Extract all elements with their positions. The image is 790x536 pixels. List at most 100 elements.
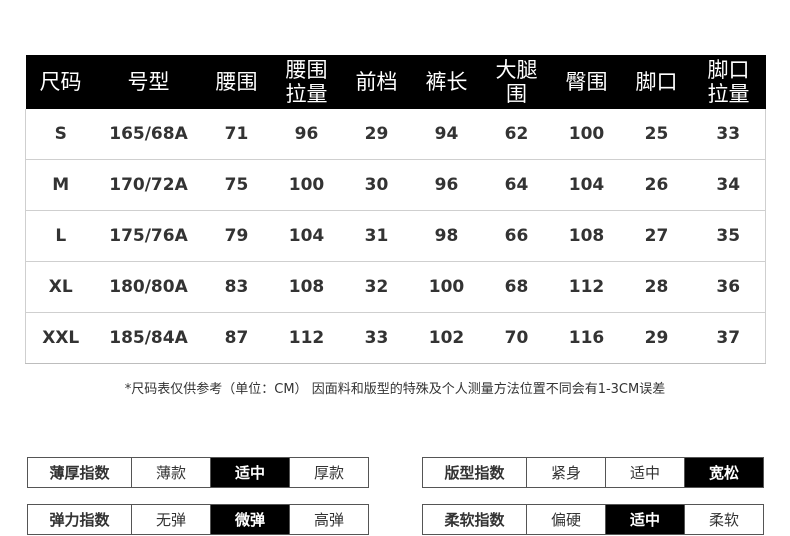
index-table-thickness: 薄厚指数 薄款 适中 厚款 [27, 457, 369, 488]
table-cell: 36 [691, 261, 766, 313]
table-cell: 62 [481, 109, 552, 160]
table-cell: 31 [341, 210, 412, 262]
table-cell: 33 [691, 109, 766, 160]
column-header-text: 腰围 [285, 58, 328, 82]
column-header: 脚口 [621, 55, 692, 109]
column-header: 前档 [341, 55, 412, 109]
index-option: 厚款 [289, 457, 369, 488]
table-cell: 29 [341, 109, 412, 160]
column-header-text: 裤长 [425, 70, 468, 94]
table-cell: 64 [481, 159, 552, 211]
table-cell: 79 [201, 210, 272, 262]
column-header-text: 脚口 [707, 58, 750, 82]
table-cell: 185/84A [95, 312, 202, 364]
column-header: 大腿围 [481, 55, 552, 109]
index-table-softness: 柔软指数 偏硬 适中 柔软 [422, 504, 764, 535]
index-table-fit: 版型指数 紧身 适中 宽松 [422, 457, 764, 488]
table-cell: 100 [271, 159, 342, 211]
table-cell: 100 [411, 261, 482, 313]
column-header: 脚口 拉量 [691, 55, 766, 109]
size-chart-header-row: 尺码 号型 腰围 腰围 拉量 前档 裤长 大腿围臀围 脚口 脚口 拉量 [25, 55, 766, 109]
table-cell: 108 [551, 210, 622, 262]
index-option-selected: 宽松 [684, 457, 764, 488]
column-header: 号型 [95, 55, 202, 109]
table-row: XXL 185/84A 87 112 33 102 70 116 29 37 [25, 312, 766, 364]
table-cell: 100 [551, 109, 622, 160]
table-cell: 104 [551, 159, 622, 211]
table-cell: 104 [271, 210, 342, 262]
column-header: 臀围 [551, 55, 622, 109]
index-label: 柔软指数 [422, 504, 527, 535]
table-cell: 108 [271, 261, 342, 313]
column-header-text: 拉量 [707, 82, 750, 106]
size-label-cell: XL [25, 261, 96, 313]
index-option: 高弹 [289, 504, 369, 535]
table-cell: 165/68A [95, 109, 202, 160]
table-cell: 83 [201, 261, 272, 313]
index-label: 版型指数 [422, 457, 527, 488]
index-option: 紧身 [526, 457, 606, 488]
index-option: 柔软 [684, 504, 764, 535]
column-header-text: 臀围 [565, 70, 608, 94]
column-header: 裤长 [411, 55, 482, 109]
table-cell: 66 [481, 210, 552, 262]
column-header-text: 前档 [355, 70, 398, 94]
column-header-text: 围 [506, 82, 527, 106]
table-cell: 27 [621, 210, 692, 262]
table-cell: 32 [341, 261, 412, 313]
index-option-selected: 微弹 [210, 504, 290, 535]
size-label-cell: L [25, 210, 96, 262]
column-header-text: 号型 [127, 70, 170, 94]
index-option: 适中 [605, 457, 685, 488]
table-cell: 68 [481, 261, 552, 313]
size-label-cell: M [25, 159, 96, 211]
table-cell: 102 [411, 312, 482, 364]
index-label: 薄厚指数 [27, 457, 132, 488]
index-table-elasticity: 弹力指数 无弹 微弹 高弹 [27, 504, 369, 535]
column-header: 腰围 拉量 [271, 55, 342, 109]
size-label-cell: XXL [25, 312, 96, 364]
table-cell: 35 [691, 210, 766, 262]
table-row: S 165/68A 71 96 29 94 62 100 25 33 [25, 109, 766, 160]
table-cell: 37 [691, 312, 766, 364]
column-header-text: 大腿 [495, 58, 538, 82]
table-cell: 33 [341, 312, 412, 364]
table-cell: 96 [411, 159, 482, 211]
table-cell: 29 [621, 312, 692, 364]
table-cell: 28 [621, 261, 692, 313]
column-header: 尺码 [25, 55, 96, 109]
table-cell: 75 [201, 159, 272, 211]
table-cell: 170/72A [95, 159, 202, 211]
table-cell: 34 [691, 159, 766, 211]
table-cell: 94 [411, 109, 482, 160]
table-row: L 175/76A 79 104 31 98 66 108 27 35 [25, 210, 766, 262]
column-header-text: 脚口 [635, 70, 678, 94]
column-header-text: 拉量 [285, 82, 328, 106]
table-cell: 175/76A [95, 210, 202, 262]
table-cell: 25 [621, 109, 692, 160]
table-cell: 98 [411, 210, 482, 262]
column-header-text: 尺码 [39, 70, 82, 94]
table-cell: 180/80A [95, 261, 202, 313]
table-cell: 96 [271, 109, 342, 160]
index-option: 薄款 [131, 457, 211, 488]
table-cell: 116 [551, 312, 622, 364]
index-option-selected: 适中 [605, 504, 685, 535]
index-option: 偏硬 [526, 504, 606, 535]
table-row: XL 180/80A 83 108 32 100 68 112 28 36 [25, 261, 766, 313]
index-option-selected: 适中 [210, 457, 290, 488]
table-cell: 112 [271, 312, 342, 364]
column-header-text: 腰围 [215, 70, 258, 94]
column-header: 腰围 [201, 55, 272, 109]
size-chart-table: 尺码 号型 腰围 腰围 拉量 前档 裤长 大腿围臀围 脚口 脚口 拉量 S 165/68A 71 96 29… [25, 55, 766, 364]
table-cell: 30 [341, 159, 412, 211]
table-cell: 26 [621, 159, 692, 211]
index-label: 弹力指数 [27, 504, 132, 535]
table-cell: 112 [551, 261, 622, 313]
table-row: M 170/72A 75 100 30 96 64 104 26 34 [25, 159, 766, 211]
table-cell: 71 [201, 109, 272, 160]
table-cell: 70 [481, 312, 552, 364]
table-cell: 87 [201, 312, 272, 364]
index-option: 无弹 [131, 504, 211, 535]
size-chart-note: *尺码表仅供参考（单位：CM） 因面料和版型的特殊及个人测量方法位置不同会有1-… [124, 382, 666, 397]
